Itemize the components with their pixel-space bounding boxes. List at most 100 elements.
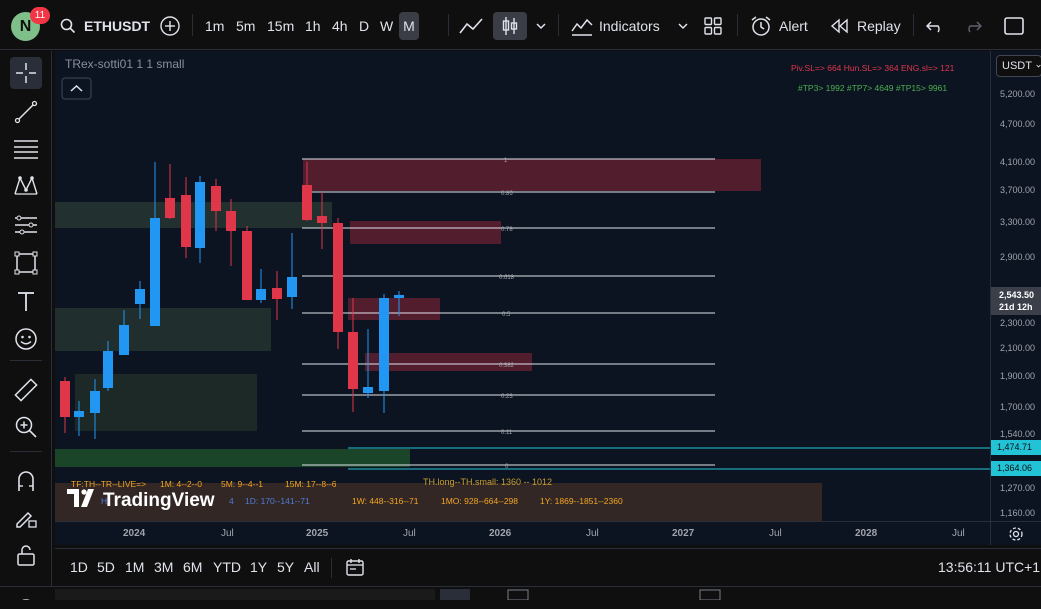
- candle-body: [150, 218, 160, 326]
- timeframe-4h[interactable]: 4h: [328, 12, 352, 40]
- tf-5m-label: 5M: 9--4--1: [221, 479, 263, 489]
- tf-1w-label: 1W: 448--316--71: [352, 496, 419, 506]
- tradingview-watermark: TradingView: [103, 490, 215, 511]
- indicators-button[interactable]: Indicators: [571, 12, 660, 40]
- fib-label: 0.618: [499, 275, 515, 281]
- demand-zone: [55, 202, 332, 228]
- shapes-tool[interactable]: [10, 247, 42, 279]
- range-label: 1M: [125, 559, 145, 575]
- range-ytd[interactable]: YTD: [213, 559, 241, 575]
- tf-15m-label: 15M: 17--8--6: [285, 479, 337, 489]
- alert-button[interactable]: Alert: [750, 12, 808, 40]
- compare-button[interactable]: [159, 12, 181, 40]
- currency-label: USDT: [1002, 60, 1032, 72]
- chart-settings-button[interactable]: [990, 521, 1041, 545]
- time-tick: 2028: [855, 528, 878, 539]
- time-tick: Jul: [586, 528, 599, 539]
- current-price: 2,543.50: [999, 290, 1035, 300]
- lock-tool[interactable]: [10, 539, 42, 571]
- zoom-tool[interactable]: [10, 411, 42, 443]
- replay-button[interactable]: Replay: [830, 12, 901, 40]
- take-profit-info: #TP3> 1992 #TP7> 4649 #TP15> 9961: [798, 83, 947, 93]
- pattern-tool[interactable]: [10, 170, 42, 202]
- indicators-dropdown[interactable]: [677, 12, 689, 40]
- templates-button[interactable]: [704, 12, 722, 40]
- range-3m[interactable]: 3M: [154, 559, 173, 575]
- candle-body: [333, 223, 343, 332]
- time-tick: Jul: [403, 528, 416, 539]
- goto-date-button[interactable]: [345, 557, 365, 582]
- fib-label: 0.78: [501, 227, 513, 233]
- redo-button[interactable]: [964, 12, 982, 40]
- replay-label: Replay: [857, 18, 901, 34]
- avatar-letter: N: [19, 17, 32, 35]
- symbol-search[interactable]: ETHUSDT: [60, 12, 150, 40]
- trendline-tool[interactable]: [10, 96, 42, 128]
- layout-button[interactable]: [1004, 12, 1024, 40]
- price-tick: 2,100.00: [1000, 343, 1036, 353]
- clock-display[interactable]: 13:56:11 UTC+1: [938, 559, 1040, 575]
- candle-body: [363, 387, 373, 393]
- gear-icon: [1009, 526, 1023, 541]
- text-tool[interactable]: [10, 286, 42, 318]
- candle-body: [348, 332, 358, 389]
- threshold-label: TH.long--TH.small: 1360 -- 1012: [423, 477, 552, 487]
- timeframe-w[interactable]: W: [376, 12, 397, 40]
- price-tick: 3,700.00: [1000, 185, 1036, 195]
- rewind-icon: [830, 18, 848, 34]
- measure-tool[interactable]: [10, 374, 42, 406]
- footer-tab[interactable]: [440, 589, 470, 600]
- timeframe-1m[interactable]: 1m: [201, 12, 228, 40]
- range-label: 5D: [97, 559, 115, 575]
- emoji-tool[interactable]: [10, 323, 42, 355]
- price-axis[interactable]: USDT 5,200.00 4,700.00 4,100.00 3,700.00…: [990, 51, 1041, 521]
- chart-type-line-button[interactable]: [459, 12, 483, 40]
- time-axis[interactable]: 2024 Jul 2025 Jul 2026 Jul 2027 Jul 2028…: [55, 521, 990, 545]
- chart-pane[interactable]: 1 0.86 0.78 0.618 0.5 0.382 0.23 0.11 0 …: [55, 51, 990, 521]
- undo-button[interactable]: [926, 12, 944, 40]
- green-zone: [55, 449, 410, 467]
- fib-label: 0.86: [501, 191, 513, 197]
- timeframe-m[interactable]: M: [399, 12, 419, 40]
- undo-icon: [926, 21, 940, 33]
- currency-selector[interactable]: USDT: [996, 55, 1041, 77]
- indicators-icon: [571, 18, 593, 36]
- demand-zone: [55, 308, 271, 351]
- candle-body: [256, 289, 266, 300]
- fib-label: 0.11: [501, 430, 513, 436]
- crosshair-tool[interactable]: [10, 57, 42, 89]
- supply-zone: [350, 221, 501, 244]
- clock-label: 13:56:11 UTC+1: [938, 559, 1041, 575]
- chart-type-candles-button[interactable]: [493, 12, 527, 40]
- range-1y[interactable]: 1Y: [250, 559, 267, 575]
- range-5y[interactable]: 5Y: [277, 559, 294, 575]
- candle-body: [226, 211, 236, 231]
- collapse-legend-button[interactable]: [61, 77, 92, 100]
- drawing-toolbar: [0, 51, 52, 600]
- plus-circle-icon: [160, 16, 180, 36]
- range-5d[interactable]: 5D: [97, 559, 115, 575]
- time-tick: Jul: [221, 528, 234, 539]
- range-label: YTD: [213, 559, 241, 575]
- range-label: 6M: [183, 559, 203, 575]
- price-tick: 2,300.00: [1000, 318, 1036, 328]
- candle-body: [90, 391, 100, 413]
- timeframe-d[interactable]: D: [355, 12, 373, 40]
- range-6m[interactable]: 6M: [183, 559, 202, 575]
- range-1d[interactable]: 1D: [70, 559, 88, 575]
- magnet-tool[interactable]: [10, 465, 42, 497]
- prediction-tool[interactable]: [10, 209, 42, 241]
- drawing-mode-tool[interactable]: [10, 502, 42, 534]
- timeframe-15m[interactable]: 15m: [263, 12, 298, 40]
- line-price-label: 1,364.06: [991, 461, 1041, 476]
- tf-label: 1m: [205, 18, 225, 34]
- fib-tool[interactable]: [10, 133, 42, 165]
- chart-type-dropdown[interactable]: [535, 12, 547, 40]
- price-chart[interactable]: 1 0.86 0.78 0.618 0.5 0.382 0.23 0.11 0 …: [55, 51, 990, 521]
- timeframe-1h[interactable]: 1h: [301, 12, 325, 40]
- range-all[interactable]: All: [304, 559, 320, 575]
- range-1m[interactable]: 1M: [125, 559, 144, 575]
- text-icon: [18, 292, 34, 311]
- candle-body: [135, 289, 145, 304]
- timeframe-5m[interactable]: 5m: [232, 12, 259, 40]
